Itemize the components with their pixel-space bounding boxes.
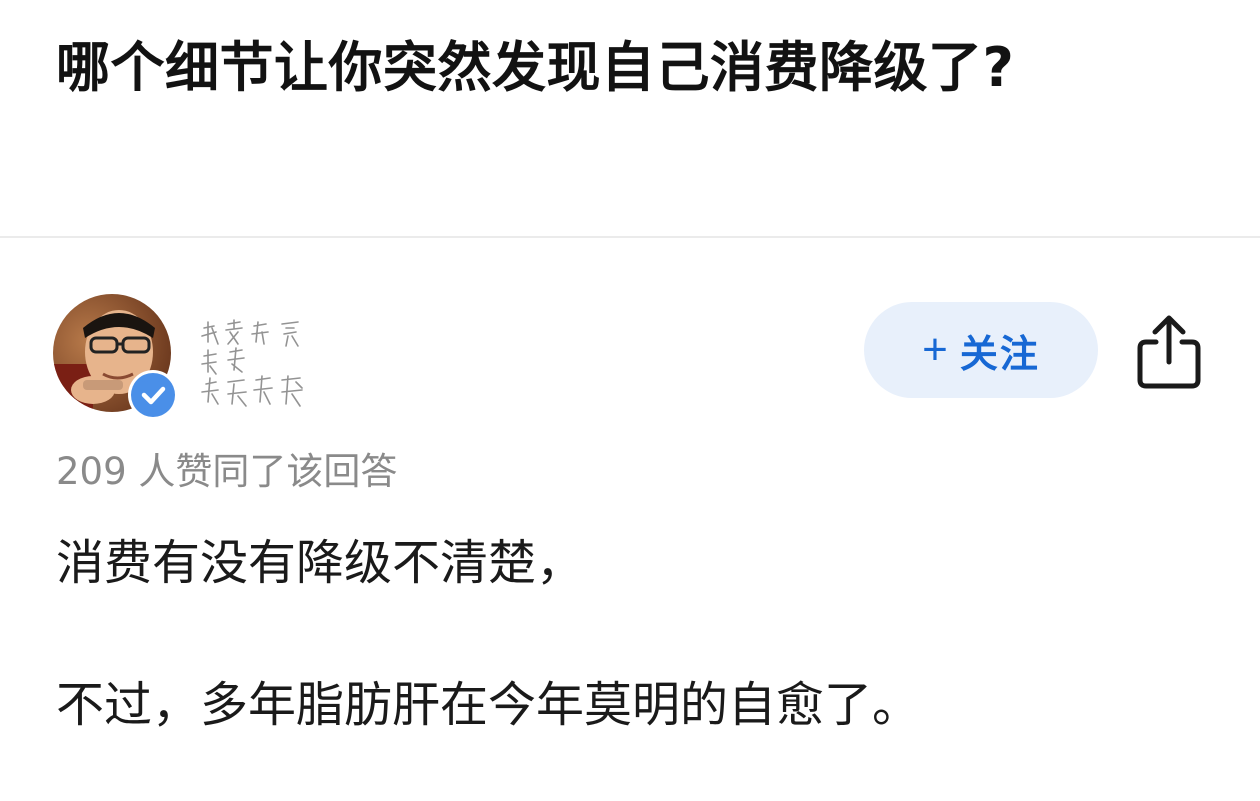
author-name-image (201, 319, 303, 407)
share-button[interactable] (1132, 312, 1206, 392)
answer-page: 哪个细节让你突然发现自己消费降级了? + 关注 209 人赞同了该回答 消费有没… (0, 0, 1260, 801)
follow-button[interactable]: + 关注 (864, 302, 1098, 398)
verified-icon (128, 370, 178, 420)
plus-icon: + (922, 325, 948, 374)
author-row: + 关注 (0, 290, 1260, 420)
answer-content[interactable]: 消费有没有降级不清楚， 不过，多年脂肪肝在今年莫明的自愈了。 (56, 530, 1206, 738)
question-header: 哪个细节让你突然发现自己消费降级了? (0, 0, 1260, 238)
vote-count: 209 人赞同了该回答 (56, 450, 398, 493)
answer-paragraph: 消费有没有降级不清楚， (56, 535, 585, 591)
share-icon (1137, 315, 1201, 389)
answer-paragraph: 不过，多年脂肪肝在今年莫明的自愈了。 (56, 677, 921, 733)
follow-label: 关注 (959, 333, 1040, 376)
question-title[interactable]: 哪个细节让你突然发现自己消费降级了? (56, 32, 1014, 104)
author-name-calligraphy-image[interactable] (198, 318, 338, 408)
